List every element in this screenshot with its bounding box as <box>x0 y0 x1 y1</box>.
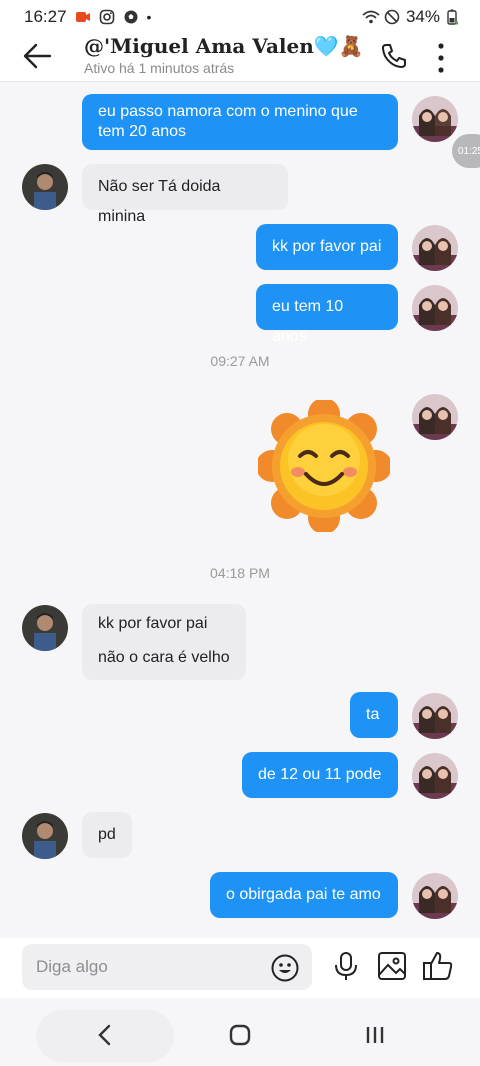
my-avatar[interactable] <box>412 693 458 739</box>
composer-bar <box>0 938 480 998</box>
my-avatar[interactable] <box>412 753 458 799</box>
contact-avatar[interactable] <box>22 813 68 859</box>
emoji-icon[interactable] <box>270 953 300 983</box>
message-text: tem 20 anos <box>98 123 187 140</box>
contact-avatar[interactable] <box>22 605 68 651</box>
message-text: não o cara é velho <box>98 649 230 666</box>
soccer-ball-icon <box>123 9 139 25</box>
message-text: eu passo namora com o menino que <box>98 103 358 120</box>
instagram-icon <box>99 9 115 25</box>
message-text: ta <box>366 706 380 723</box>
my-avatar[interactable] <box>412 96 458 142</box>
screen-recorder-icon <box>75 9 91 25</box>
message-bubble-outgoing[interactable]: de 12 ou 11 pode <box>242 752 398 798</box>
message-bubble-outgoing[interactable]: o obirgada pai te amo <box>210 872 398 918</box>
message-text: kk por favor pai <box>272 238 382 255</box>
active-status: Ativo há 1 minutos atrás <box>84 60 235 76</box>
my-avatar[interactable] <box>412 873 458 919</box>
contact-info[interactable]: @'Miguel Ama Valen🩵🧸 Ativo há 1 minutos … <box>84 34 364 76</box>
my-avatar[interactable] <box>412 225 458 271</box>
battery-icon <box>446 9 462 25</box>
image-icon[interactable] <box>376 950 408 982</box>
wifi-icon <box>362 9 380 25</box>
message-text: pd <box>98 826 116 843</box>
chat-header: @'Miguel Ama Valen🩵🧸 Ativo há 1 minutos … <box>0 34 480 82</box>
message-text: eu tem 10 anos <box>272 298 344 345</box>
timer-text: 01:25 <box>458 145 480 157</box>
system-nav-bar <box>0 998 480 1066</box>
floating-recorder-timer[interactable]: 01:25 <box>452 134 480 168</box>
message-bubble-incoming[interactable]: pd <box>82 812 132 858</box>
battery-percent: 34% <box>405 7 440 26</box>
message-bubble-incoming[interactable]: Não ser Tá doida minina <box>82 164 288 225</box>
message-text: o obirgada pai te amo <box>226 886 381 903</box>
message-text: Não ser Tá doida minina <box>98 178 221 225</box>
message-bubble-outgoing[interactable]: kk por favor pai <box>256 224 398 270</box>
message-text: kk por favor pai <box>98 615 208 632</box>
phone-icon[interactable] <box>380 42 408 70</box>
contact-name: @'Miguel Ama Valen🩵🧸 <box>84 34 364 58</box>
contact-avatar[interactable] <box>22 164 68 210</box>
message-bubble-outgoing[interactable]: eu tem 10 anos <box>256 284 398 345</box>
message-input-container[interactable] <box>22 944 312 990</box>
nav-home-icon[interactable] <box>225 1020 255 1050</box>
microphone-icon[interactable] <box>330 950 362 982</box>
message-list[interactable]: eu passo namora com o menino que tem 20 … <box>0 82 480 938</box>
smiling-sun-sticker[interactable] <box>256 398 392 534</box>
message-bubble-incoming[interactable]: kk por favor pai não o cara é velho <box>82 604 246 680</box>
status-time: 16:27 <box>24 7 67 26</box>
message-input[interactable] <box>36 957 256 977</box>
back-arrow-icon[interactable] <box>20 38 60 74</box>
nav-back-icon[interactable] <box>90 1020 120 1050</box>
my-avatar[interactable] <box>412 394 458 440</box>
status-bar: 16:27 • 34% <box>0 0 480 34</box>
do-not-disturb-icon <box>384 9 400 25</box>
more-vert-icon[interactable] <box>432 38 450 74</box>
message-timestamp: 04:18 PM <box>210 565 270 581</box>
thumbs-up-icon[interactable] <box>422 950 454 982</box>
message-timestamp: 09:27 AM <box>210 353 270 369</box>
message-bubble-outgoing[interactable]: ta <box>350 692 398 738</box>
my-avatar[interactable] <box>412 285 458 331</box>
nav-recents-icon[interactable] <box>360 1020 390 1050</box>
message-bubble-outgoing[interactable]: eu passo namora com o menino que tem 20 … <box>82 94 398 150</box>
status-dot: • <box>146 9 152 25</box>
message-text: de 12 ou 11 pode <box>258 766 382 783</box>
